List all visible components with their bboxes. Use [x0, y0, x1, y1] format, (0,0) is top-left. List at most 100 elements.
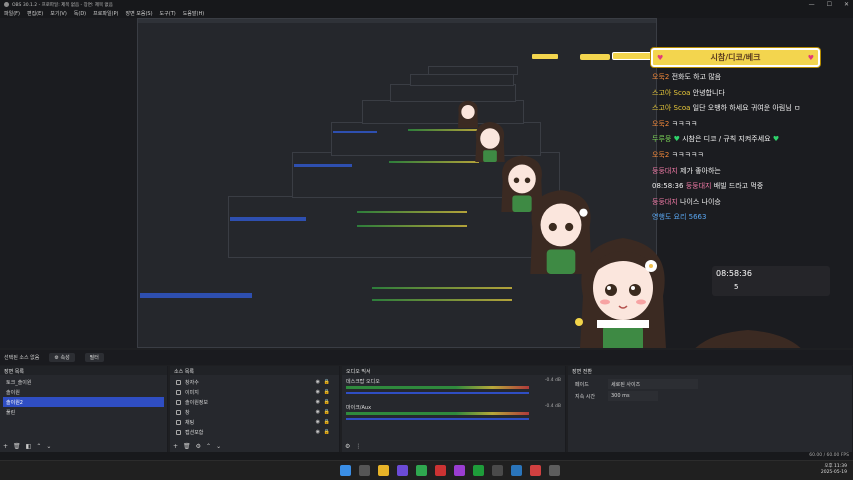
add-source-button[interactable]: + [173, 443, 178, 450]
chat-timestamp-box: 08:58:36 5 [712, 266, 830, 296]
duration-input[interactable]: 300 ms [608, 391, 658, 401]
mixer-menu-button[interactable]: ⋮ [355, 443, 361, 450]
source-icon [176, 410, 181, 415]
minimize-button[interactable]: — [809, 1, 815, 8]
chat-line: 오둑2 ㅋㅋㅋㅋㅋ [652, 150, 704, 159]
source-item[interactable]: 이미지 ◉ 🔒 [173, 387, 336, 397]
add-scene-button[interactable]: + [3, 443, 8, 450]
channel-db: -0.4 dB [544, 378, 561, 383]
scene-item[interactable]: 솔이원 [3, 387, 164, 397]
xbox-icon[interactable] [473, 465, 484, 476]
app-icon[interactable] [454, 465, 465, 476]
app-icon[interactable] [397, 465, 408, 476]
volume-slider[interactable] [346, 392, 529, 394]
lock-icon: 🔒 [323, 409, 330, 415]
nested-preview-7 [410, 74, 514, 86]
context-bar: 선택된 소스 없음 ⚙ 속성 필터 [0, 350, 853, 365]
properties-button[interactable]: ⚙ 속성 [49, 353, 75, 362]
maximize-button[interactable]: ☐ [827, 1, 832, 8]
chrome-icon[interactable] [416, 465, 427, 476]
menu-file[interactable]: 파일(F) [4, 10, 20, 17]
channel-name: 데스크탑 오디오 [346, 379, 380, 385]
menu-profile[interactable]: 프로파일(P) [93, 10, 118, 17]
nested-preview-6 [390, 84, 516, 102]
source-item[interactable]: 창 ◉ 🔒 [173, 407, 336, 417]
chat-line: 둥둥대지 제가 좋아하는 [652, 166, 721, 175]
lock-icon: 🔒 [323, 429, 330, 435]
character-large [695, 330, 801, 348]
chat-line: 스고아 Scoa 안녕합니다 [652, 88, 725, 97]
chat-line: 08:58:36 둥둥대지 배빌 드라고 먹중 [652, 182, 764, 191]
menu-scene-collection[interactable]: 장면 모음(S) [125, 10, 152, 17]
app-icon[interactable] [530, 465, 541, 476]
app-icon[interactable] [549, 465, 560, 476]
eye-icon: ◉ [315, 419, 320, 425]
volume-meter [346, 412, 529, 415]
eye-icon: ◉ [315, 429, 320, 435]
lock-icon: 🔒 [323, 399, 330, 405]
source-icon [176, 380, 181, 385]
channel-name: 마이크/Aux [346, 405, 372, 411]
menu-help[interactable]: 도움말(H) [183, 10, 204, 17]
app-icon[interactable] [492, 465, 503, 476]
nested-chat-header-3 [532, 54, 558, 59]
lock-icon: 🔒 [323, 389, 330, 395]
mixer-settings-button[interactable]: ⚙ [345, 443, 350, 450]
scene-item-selected[interactable]: 솔이원2 [3, 397, 164, 407]
title-bar: OBS 30.1.2 - 프로파일: 제목 없음 - 장면: 제목 없음 [0, 0, 853, 9]
search-icon[interactable] [359, 465, 370, 476]
audio-mixer-panel: 오디오 믹서 데스크탑 오디오 -0.4 dB 마이크/Aux -0.4 dB … [342, 366, 566, 452]
move-down-icon[interactable]: ⌄ [216, 443, 221, 450]
menu-tools[interactable]: 도구(T) [160, 10, 176, 17]
scene-item[interactable]: 토크_솔이원 [3, 377, 164, 387]
transition-select[interactable]: 세로된 사이즈 [608, 379, 698, 389]
remove-source-button[interactable]: 🗑 [183, 443, 191, 450]
heart-icon-left: ♥ [657, 54, 664, 62]
menu-view[interactable]: 보기(V) [50, 10, 67, 17]
source-item[interactable]: 캡션포함 ◉ 🔒 [173, 427, 336, 437]
mixer-channel: 데스크탑 오디오 -0.4 dB [346, 378, 561, 400]
gear-icon: ⚙ [54, 355, 59, 361]
transitions-panel: 장면 전환 페이드 세로된 사이즈 지속 시간 300 ms [568, 366, 853, 452]
source-settings-button[interactable]: ⚙ [196, 443, 201, 450]
scene-filters-button[interactable]: ◧ [26, 443, 32, 450]
status-bar: 60.00 / 60.00 FPS [0, 452, 853, 460]
source-item[interactable]: 솔이원정보 ◉ 🔒 [173, 397, 336, 407]
menu-docks[interactable]: 독(D) [74, 10, 86, 17]
move-down-icon[interactable]: ⌄ [46, 443, 51, 450]
mixer-channel: 마이크/Aux -0.4 dB [346, 404, 561, 426]
chat-count: 5 [734, 283, 739, 291]
scene-item[interactable]: 풀린 [3, 407, 164, 417]
source-icon [176, 420, 181, 425]
volume-slider[interactable] [346, 418, 529, 420]
chat-line: 둥둥대지 나이스 나이승 [652, 197, 721, 206]
chat-line: 두루뭉 ♥ 시참은 디코 / 규칙 지켜주세요 ♥ [652, 135, 780, 144]
system-clock[interactable]: 오후 11:39 2025-05-19 [821, 464, 847, 476]
scenes-toolbar: + 🗑 ◧ ⌃ ⌄ [3, 443, 51, 450]
fps-readout: 60.00 / 60.00 FPS [809, 453, 849, 458]
start-icon[interactable] [340, 465, 351, 476]
file-explorer-icon[interactable] [378, 465, 389, 476]
close-button[interactable]: ✕ [844, 1, 849, 8]
filters-button[interactable]: 필터 [84, 353, 104, 362]
obs-icon[interactable] [435, 465, 446, 476]
menu-bar: 파일(F) 편집(E) 보기(V) 독(D) 프로파일(P) 장면 모음(S) … [0, 9, 853, 18]
source-icon [176, 430, 181, 435]
chat-timestamp: 08:58:36 [716, 269, 752, 278]
move-up-icon[interactable]: ⌃ [36, 443, 41, 450]
chat-line: 스고아 Scoa 일단 오뱅하 하세요 귀여운 아림님 ㅁ [652, 104, 801, 113]
move-up-icon[interactable]: ⌃ [206, 443, 211, 450]
chat-header-banner: ♥ 시참/디코/베크 ♥ [651, 48, 820, 67]
source-item[interactable]: 채팅 ◉ 🔒 [173, 417, 336, 427]
mixer-title: 오디오 믹서 [342, 366, 565, 375]
sources-panel: 소스 목록 창자수 ◉ 🔒 이미지 ◉ 🔒 솔이원정보 ◉ 🔒 창 ◉ 🔒 채팅 ◉ 🔒 캡션포함 ◉… [170, 366, 340, 452]
steam-icon[interactable] [511, 465, 522, 476]
remove-scene-button[interactable]: 🗑 [13, 443, 21, 450]
eye-icon: ◉ [315, 389, 320, 395]
source-item[interactable]: 창자수 ◉ 🔒 [173, 377, 336, 387]
lock-icon: 🔒 [323, 379, 330, 385]
eye-icon: ◉ [315, 409, 320, 415]
duration-label: 지속 시간 [575, 394, 595, 400]
menu-edit[interactable]: 편집(E) [27, 10, 43, 17]
mixer-toolbar: ⚙ ⋮ [345, 443, 361, 450]
